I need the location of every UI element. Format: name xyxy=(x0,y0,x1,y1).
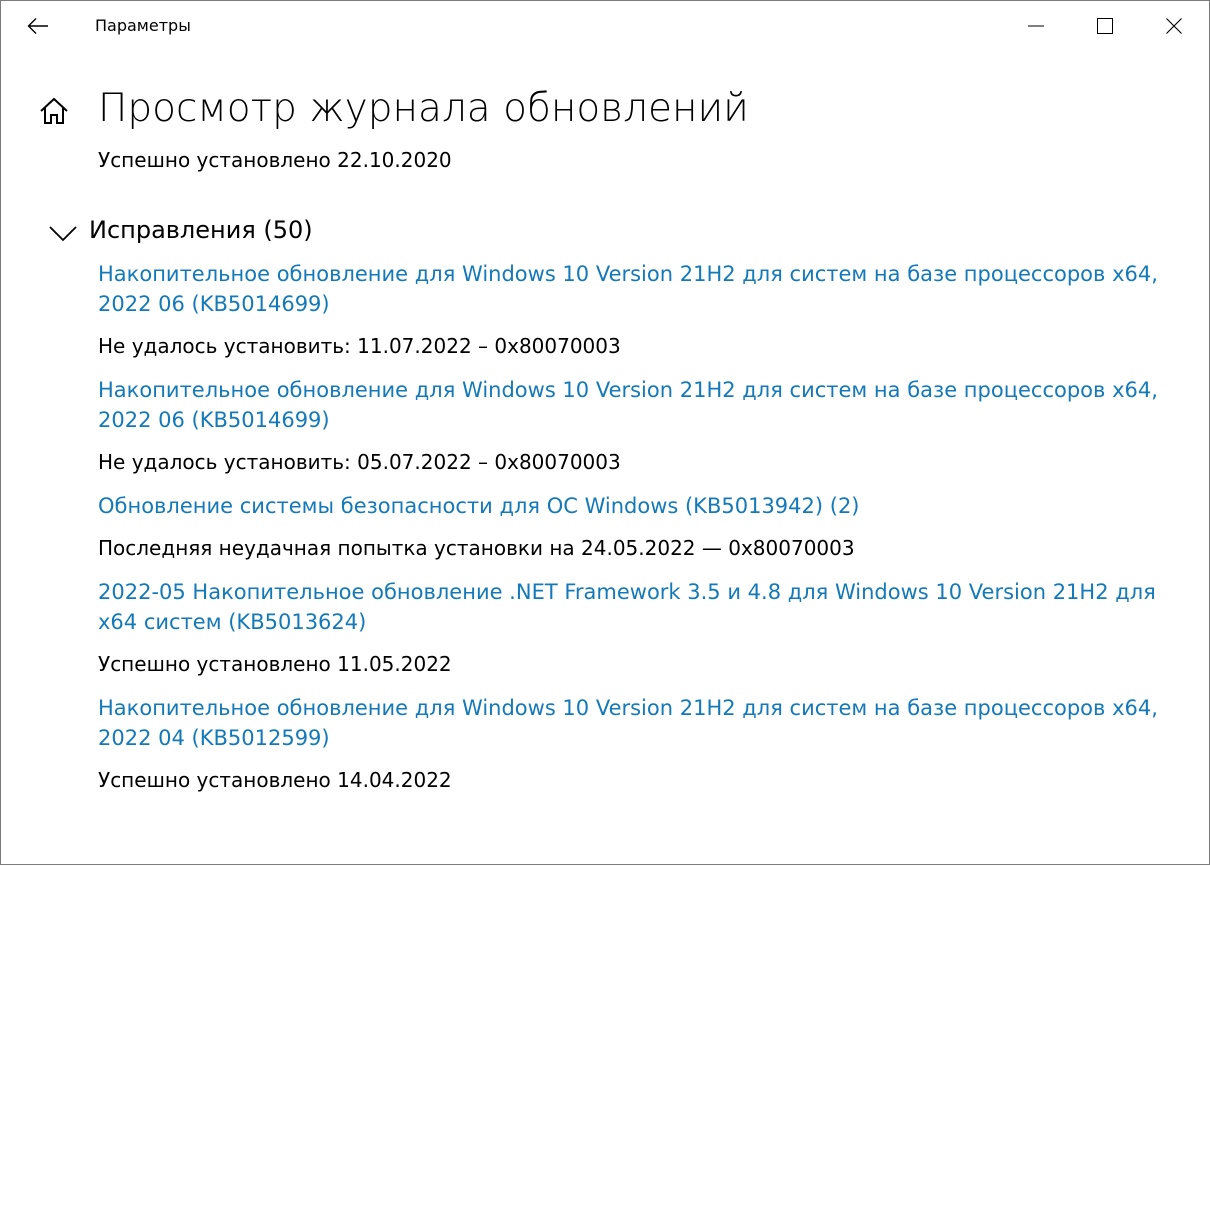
maximize-icon xyxy=(1097,18,1113,34)
back-arrow-icon xyxy=(27,18,48,34)
list-item: Накопительное обновление для Windows 10 … xyxy=(98,259,1188,360)
close-icon xyxy=(1166,18,1182,34)
update-status: Успешно установлено 14.04.2022 xyxy=(98,768,452,792)
home-icon xyxy=(40,97,68,124)
close-button[interactable] xyxy=(1140,1,1208,51)
window-title: Параметры xyxy=(95,16,191,35)
settings-window: Параметры Просмотр журнала обновлений Ус… xyxy=(0,0,1210,865)
fixes-section-toggle[interactable]: Исправления (50) xyxy=(47,213,313,247)
update-link[interactable]: Накопительное обновление для Windows 10 … xyxy=(98,259,1188,319)
back-button[interactable] xyxy=(21,11,55,41)
minimize-button[interactable] xyxy=(1002,1,1070,51)
list-item: 2022-05 Накопительное обновление .NET Fr… xyxy=(98,577,1188,678)
chevron-down-icon xyxy=(49,226,77,242)
section-title: Исправления (50) xyxy=(89,216,313,244)
page-title: Просмотр журнала обновлений xyxy=(98,86,749,131)
update-list: Накопительное обновление для Windows 10 … xyxy=(98,258,1188,809)
update-status: Не удалось установить: 05.07.2022 – 0x80… xyxy=(98,450,621,474)
update-link[interactable]: Накопительное обновление для Windows 10 … xyxy=(98,375,1188,435)
previous-install-status: Успешно установлено 22.10.2020 xyxy=(98,148,452,172)
title-bar: Параметры xyxy=(1,1,1209,51)
list-item: Накопительное обновление для Windows 10 … xyxy=(98,375,1188,476)
list-item: Обновление системы безопасности для ОС W… xyxy=(98,491,1188,562)
minimize-icon xyxy=(1028,25,1044,27)
update-link[interactable]: Накопительное обновление для Windows 10 … xyxy=(98,693,1188,753)
home-button[interactable] xyxy=(38,96,70,126)
update-status: Успешно установлено 11.05.2022 xyxy=(98,652,452,676)
update-link[interactable]: 2022-05 Накопительное обновление .NET Fr… xyxy=(98,577,1188,637)
maximize-button[interactable] xyxy=(1071,1,1139,51)
list-item: Накопительное обновление для Windows 10 … xyxy=(98,693,1188,794)
update-status: Последняя неудачная попытка установки на… xyxy=(98,536,855,560)
update-link[interactable]: Обновление системы безопасности для ОС W… xyxy=(98,491,1188,521)
update-status: Не удалось установить: 11.07.2022 – 0x80… xyxy=(98,334,621,358)
